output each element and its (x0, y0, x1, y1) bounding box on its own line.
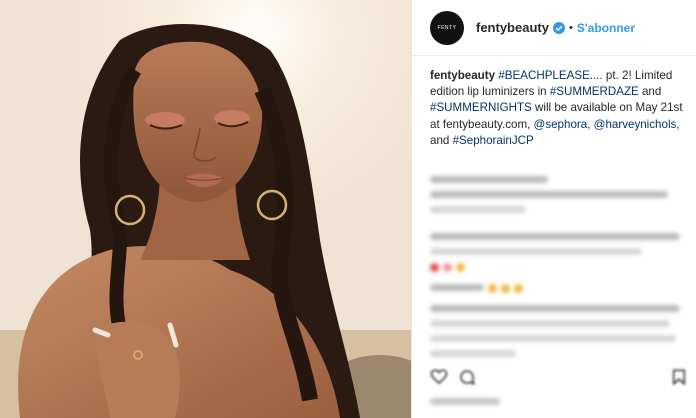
likes-count-blurred (430, 398, 500, 405)
comment-item (430, 305, 688, 357)
heart-icon[interactable] (430, 368, 448, 386)
emoji-icon (430, 263, 439, 272)
avatar[interactable]: FENTY (430, 10, 464, 45)
emoji-icon (443, 263, 452, 272)
comment-emojis (430, 263, 688, 272)
post-caption: fentybeauty #BEACHPLEASE.... pt. 2! Limi… (430, 68, 688, 149)
emoji-icon (514, 284, 523, 293)
hashtag-summernights[interactable]: #SUMMERNIGHTS (430, 101, 532, 114)
comment-item (430, 233, 688, 272)
comment-blurred-text (430, 191, 668, 198)
post-header: FENTY fentybeauty • S'abonner (412, 0, 696, 56)
comment-blurred-text (430, 320, 670, 327)
comment-blurred-text (430, 284, 484, 291)
comment-blurred-text (430, 206, 526, 213)
verified-badge-icon (552, 21, 565, 34)
comment-item (430, 191, 688, 213)
comment-emojis (430, 284, 688, 293)
hashtag-sephorainjcp[interactable]: #SephorainJCP (453, 134, 534, 147)
emoji-icon (488, 284, 497, 293)
hashtag-beachplease[interactable]: #BEACHPLEASE (498, 69, 590, 82)
comment-item (430, 176, 688, 183)
comment-blurred-text (430, 176, 548, 183)
emoji-icon (501, 284, 510, 293)
emoji-icon (456, 263, 465, 272)
username[interactable]: fentybeauty (476, 20, 549, 35)
post-sidebar: FENTY fentybeauty • S'abonner fentybeaut… (411, 0, 696, 418)
caption-text: and (638, 85, 662, 99)
mention-harveynichols[interactable]: @harveynichols (594, 118, 677, 131)
post-actions (430, 366, 688, 388)
comment-blurred-text (430, 305, 680, 312)
comment-blurred-text (430, 233, 680, 240)
comment-blurred-text (430, 350, 516, 357)
comments-list (430, 176, 688, 365)
hashtag-summerdaze[interactable]: #SUMMERDAZE (550, 85, 639, 98)
post-photo[interactable] (0, 0, 411, 418)
caption-author[interactable]: fentybeauty (430, 69, 495, 82)
follow-button[interactable]: S'abonner (577, 21, 635, 35)
comment-item (430, 284, 688, 293)
mention-sephora[interactable]: @sephora (534, 118, 588, 131)
header-separator: • (568, 21, 573, 34)
comment-icon[interactable] (458, 368, 476, 386)
bookmark-icon[interactable] (670, 368, 688, 386)
comment-blurred-text (430, 248, 642, 255)
instagram-post: FENTY fentybeauty • S'abonner fentybeaut… (0, 0, 696, 418)
portrait-illustration (0, 0, 411, 418)
avatar-logo: FENTY (437, 24, 457, 31)
comment-blurred-text (430, 335, 676, 342)
